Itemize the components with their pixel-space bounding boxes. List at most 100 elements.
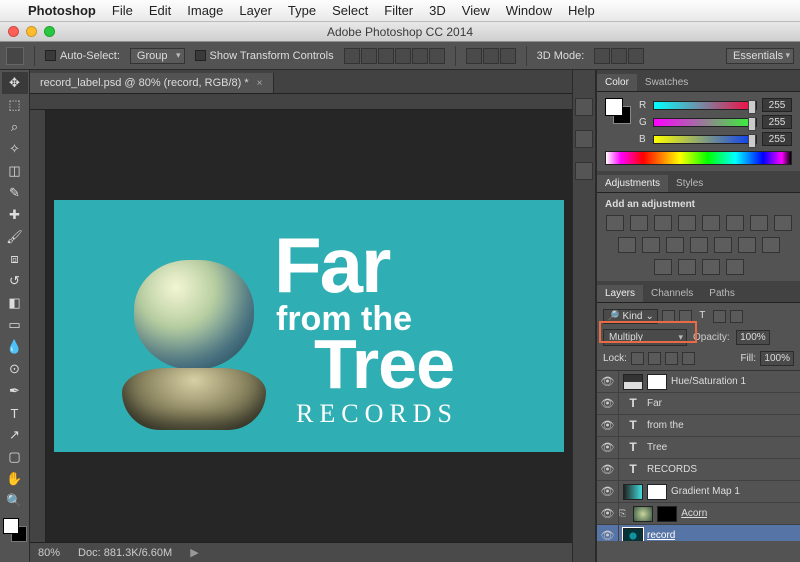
visibility-icon[interactable]: 👁 — [597, 437, 619, 458]
magic-wand-tool[interactable]: ✧ — [2, 138, 28, 160]
layer-row[interactable]: 👁 ⎘ Acorn — [597, 503, 800, 525]
visibility-icon[interactable]: 👁 — [597, 459, 619, 480]
opacity-value[interactable]: 100% — [736, 330, 770, 345]
path-tool[interactable]: ↗ — [2, 424, 28, 446]
adj-hue-icon[interactable] — [726, 215, 744, 231]
layer-row-selected[interactable]: 👁 record — [597, 525, 800, 541]
styles-tab[interactable]: Styles — [668, 175, 711, 192]
layer-mask-thumb[interactable] — [647, 374, 667, 390]
eraser-tool[interactable]: ◧ — [2, 292, 28, 314]
layer-thumb[interactable] — [623, 374, 643, 390]
adj-photo-filter-icon[interactable] — [618, 237, 636, 253]
zoom-tool[interactable]: 🔍 — [2, 490, 28, 512]
menu-layer[interactable]: Layer — [239, 3, 272, 18]
blur-tool[interactable]: 💧 — [2, 336, 28, 358]
stamp-tool[interactable]: ⧈ — [2, 248, 28, 270]
adj-vibrance-icon[interactable] — [702, 215, 720, 231]
shape-tool[interactable]: ▢ — [2, 446, 28, 468]
menu-window[interactable]: Window — [506, 3, 552, 18]
menu-help[interactable]: Help — [568, 3, 595, 18]
color-swatches[interactable] — [3, 518, 27, 542]
visibility-icon[interactable]: 👁 — [597, 481, 619, 502]
ruler-vertical[interactable] — [30, 110, 46, 542]
close-tab-icon[interactable]: × — [257, 78, 263, 89]
adj-more1-icon[interactable] — [678, 259, 696, 275]
layers-tab[interactable]: Layers — [597, 285, 643, 302]
auto-select-mode-dropdown[interactable]: Group — [130, 48, 185, 64]
visibility-icon[interactable]: 👁 — [597, 525, 619, 541]
adj-curves-icon[interactable] — [654, 215, 672, 231]
properties-panel-icon[interactable] — [575, 130, 593, 148]
gradient-tool[interactable]: ▭ — [2, 314, 28, 336]
visibility-icon[interactable]: 👁 — [597, 393, 619, 414]
type-layer-icon[interactable]: T — [623, 418, 643, 434]
link-icon[interactable]: ⎘ — [619, 508, 626, 519]
g-slider[interactable] — [653, 118, 757, 127]
menu-edit[interactable]: Edit — [149, 3, 171, 18]
type-tool[interactable]: T — [2, 402, 28, 424]
filter-smart-icon[interactable] — [730, 310, 743, 323]
adj-more3-icon[interactable] — [726, 259, 744, 275]
b-slider[interactable] — [653, 135, 757, 144]
layer-thumb[interactable] — [623, 528, 643, 542]
type-layer-icon[interactable]: T — [623, 462, 643, 478]
lock-pixels-icon[interactable] — [648, 352, 661, 365]
3d-mode-controls[interactable] — [594, 48, 644, 64]
fg-bg-swatch[interactable] — [605, 98, 631, 124]
layer-row[interactable]: 👁 Gradient Map 1 — [597, 481, 800, 503]
layer-thumb[interactable] — [623, 484, 643, 500]
marquee-tool[interactable]: ⬚ — [2, 94, 28, 116]
color-tab[interactable]: Color — [597, 74, 637, 91]
lock-position-icon[interactable] — [665, 352, 678, 365]
adj-posterize-icon[interactable] — [714, 237, 732, 253]
layer-name[interactable]: record — [647, 530, 675, 541]
layer-mask-thumb[interactable] — [647, 484, 667, 500]
crop-tool[interactable]: ◫ — [2, 160, 28, 182]
menu-file[interactable]: File — [112, 3, 133, 18]
eyedropper-tool[interactable]: ✎ — [2, 182, 28, 204]
visibility-icon[interactable]: 👁 — [597, 503, 619, 524]
auto-select-toggle[interactable]: Auto-Select: — [45, 50, 120, 62]
layer-name[interactable]: Tree — [647, 442, 667, 453]
visibility-icon[interactable]: 👁 — [597, 371, 619, 392]
filter-type-icon[interactable]: T — [696, 310, 709, 323]
filter-pixel-icon[interactable] — [662, 310, 675, 323]
adj-invert-icon[interactable] — [690, 237, 708, 253]
menu-select[interactable]: Select — [332, 3, 368, 18]
swatches-tab[interactable]: Swatches — [637, 74, 696, 91]
adj-channel-mixer-icon[interactable] — [642, 237, 660, 253]
info-panel-icon[interactable] — [575, 162, 593, 180]
adj-exposure-icon[interactable] — [678, 215, 696, 231]
layer-name[interactable]: RECORDS — [647, 464, 697, 475]
zoom-level[interactable]: 80% — [38, 547, 60, 559]
menu-3d[interactable]: 3D — [429, 3, 446, 18]
hand-tool[interactable]: ✋ — [2, 468, 28, 490]
history-brush-tool[interactable]: ↺ — [2, 270, 28, 292]
workspace-dropdown[interactable]: Essentials — [726, 48, 794, 64]
r-value[interactable]: 255 — [762, 98, 792, 112]
filter-adj-icon[interactable] — [679, 310, 692, 323]
fill-value[interactable]: 100% — [760, 351, 794, 366]
g-value[interactable]: 255 — [762, 115, 792, 129]
layer-row[interactable]: 👁 T Far — [597, 393, 800, 415]
menu-filter[interactable]: Filter — [384, 3, 413, 18]
adjustments-tab[interactable]: Adjustments — [597, 175, 668, 192]
brush-tool[interactable]: 🖌 — [2, 226, 28, 248]
type-layer-icon[interactable]: T — [623, 396, 643, 412]
lock-all-icon[interactable] — [682, 352, 695, 365]
ruler-horizontal[interactable] — [30, 94, 572, 110]
layer-name[interactable]: from the — [647, 420, 684, 431]
r-slider[interactable] — [653, 101, 757, 110]
layer-name[interactable]: Acorn — [681, 508, 707, 519]
layer-filter-kind[interactable]: 🔎Kind ⌄ — [603, 309, 658, 324]
channels-tab[interactable]: Channels — [643, 285, 701, 302]
type-layer-icon[interactable]: T — [623, 440, 643, 456]
ps-logo-icon[interactable] — [6, 47, 24, 65]
doc-info[interactable]: Doc: 881.3K/6.60M — [78, 547, 172, 559]
adj-brightness-icon[interactable] — [606, 215, 624, 231]
layer-name[interactable]: Far — [647, 398, 662, 409]
move-tool[interactable]: ✥ — [2, 72, 28, 94]
menu-image[interactable]: Image — [187, 3, 223, 18]
history-panel-icon[interactable] — [575, 98, 593, 116]
adj-more2-icon[interactable] — [702, 259, 720, 275]
